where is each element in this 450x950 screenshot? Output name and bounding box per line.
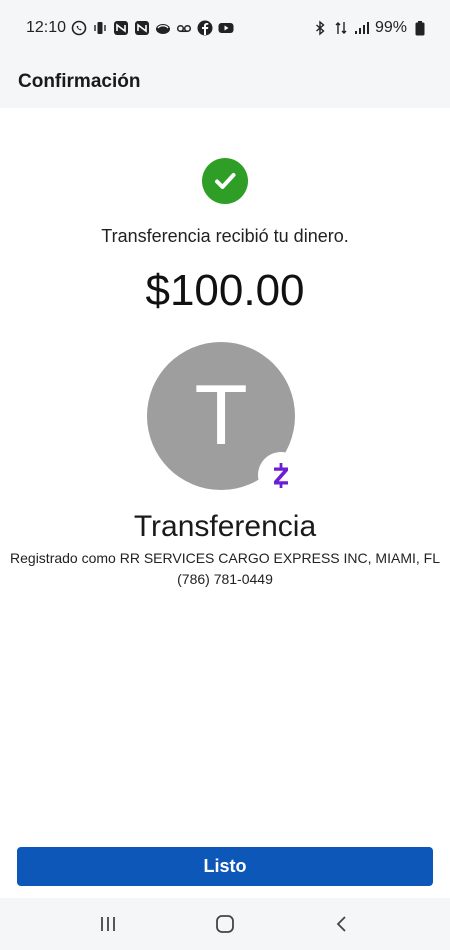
- bluetooth-icon: [312, 20, 328, 36]
- signal-icon: [354, 20, 370, 36]
- status-bar: 12:10 99%: [0, 0, 450, 56]
- app-header: Confirmación: [0, 56, 450, 108]
- registered-info: Registrado como RR SERVICES CARGO EXPRES…: [10, 550, 440, 566]
- recipient-phone: (786) 781-0449: [177, 571, 273, 587]
- recipient-name: Transferencia: [133, 510, 317, 543]
- voicemail-icon: [176, 20, 192, 36]
- checkmark-icon: [202, 158, 248, 204]
- battery-icon: [412, 20, 428, 36]
- status-time: 12:10: [26, 19, 67, 36]
- whatsapp-icon: [71, 20, 87, 36]
- news-icon: [113, 20, 129, 36]
- back-icon[interactable]: [322, 904, 362, 944]
- home-icon[interactable]: [205, 904, 245, 944]
- zelle-icon: [258, 452, 304, 498]
- app-icon: [155, 20, 171, 36]
- youtube-icon: [218, 20, 234, 36]
- news-icon: [134, 20, 150, 36]
- facebook-icon: [197, 20, 213, 36]
- status-right: 99%: [312, 19, 428, 37]
- recents-icon[interactable]: [88, 904, 128, 944]
- data-icon: [333, 20, 349, 36]
- avatar-initial: T: [196, 369, 246, 463]
- confirmation-message: Transferencia recibió tu dinero.: [101, 226, 349, 246]
- system-nav-bar: [0, 898, 450, 950]
- page-title: Confirmación: [18, 71, 141, 92]
- status-left: 12:10: [26, 19, 234, 37]
- amount-value: $100.00: [145, 266, 305, 315]
- vibrate-icon: [92, 20, 108, 36]
- battery-percent: 99%: [374, 19, 407, 36]
- done-button[interactable]: Listo: [17, 847, 433, 886]
